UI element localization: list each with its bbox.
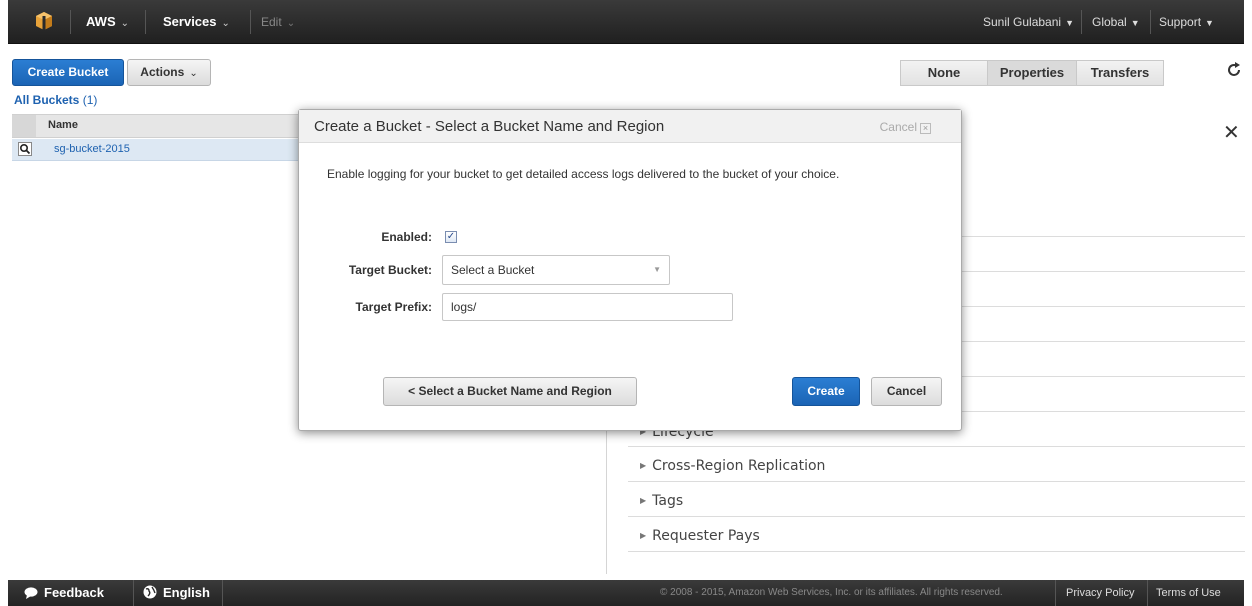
footer-separator <box>1055 580 1056 606</box>
region-menu-label: Global <box>1092 15 1127 29</box>
speech-bubble-icon <box>24 587 38 599</box>
properties-section-requester-pays[interactable]: ▶ Requester Pays <box>640 528 760 544</box>
close-properties-icon[interactable]: ✕ <box>1223 120 1240 145</box>
dialog-title: Create a Bucket - Select a Bucket Name a… <box>314 118 665 135</box>
feedback-label: Feedback <box>44 585 104 600</box>
view-none-tab[interactable]: None <box>900 60 988 86</box>
properties-section-tags[interactable]: ▶ Tags <box>640 493 683 509</box>
privacy-policy-link[interactable]: Privacy Policy <box>1066 587 1134 599</box>
cancel-button[interactable]: Cancel <box>871 377 942 406</box>
target-prefix-input[interactable]: logs/ <box>442 293 733 321</box>
caret-right-icon: ▶ <box>640 531 647 540</box>
user-menu[interactable]: Sunil Gulabani ▼ <box>983 0 1074 44</box>
all-buckets-heading: All Buckets (1) <box>14 93 97 107</box>
footer-bar: Feedback English © 2008 - 2015, Amazon W… <box>8 580 1244 606</box>
section-label: Tags <box>652 493 684 509</box>
footer-separator <box>133 580 134 606</box>
dialog-cancel-link[interactable]: Cancel × <box>880 120 931 134</box>
refresh-icon[interactable] <box>1226 62 1242 78</box>
user-menu-label: Sunil Gulabani <box>983 15 1062 29</box>
language-selector[interactable]: English <box>143 585 210 601</box>
terms-of-use-link[interactable]: Terms of Use <box>1156 587 1221 599</box>
bucket-count: (1) <box>82 93 98 107</box>
actions-button[interactable]: Actions ⌄ <box>127 59 211 86</box>
globe-icon <box>143 585 157 599</box>
copyright-text: © 2008 - 2015, Amazon Web Services, Inc.… <box>660 587 1003 598</box>
enabled-label: Enabled: <box>381 230 432 244</box>
caret-down-icon: ▼ <box>1205 18 1214 28</box>
create-button-label: Create <box>807 384 845 398</box>
enabled-checkbox[interactable]: ✓ <box>445 231 457 243</box>
view-transfers-label: Transfers <box>1090 65 1150 80</box>
magnifier-icon[interactable] <box>18 142 32 156</box>
aws-menu[interactable]: AWS ⌄ <box>86 0 129 44</box>
dialog-description: Enable logging for your bucket to get de… <box>327 167 840 181</box>
language-label: English <box>163 585 210 600</box>
caret-down-icon: ▼ <box>1065 18 1074 28</box>
target-bucket-select[interactable]: Select a Bucket ▼ <box>442 255 670 285</box>
top-navigation-bar: AWS ⌄ Services ⌄ Edit ⌄ Sunil Gulabani ▼ Glo… <box>0 0 1252 44</box>
view-properties-tab[interactable]: Properties <box>987 60 1077 86</box>
create-bucket-button[interactable]: Create Bucket <box>12 59 124 86</box>
chevron-down-icon: ⌄ <box>189 68 198 79</box>
top-nav-left-edge <box>0 0 8 44</box>
caret-right-icon: ▶ <box>640 496 647 505</box>
section-label: Requester Pays <box>652 528 760 544</box>
top-nav-right-edge <box>1244 0 1252 44</box>
nav-separator <box>145 10 146 34</box>
support-menu-label: Support <box>1159 15 1202 29</box>
view-properties-label: Properties <box>999 65 1065 80</box>
create-bucket-button-label: Create Bucket <box>27 65 109 79</box>
caret-right-icon: ▶ <box>640 461 647 470</box>
dialog-cancel-link-label: Cancel <box>879 120 917 134</box>
back-to-name-region-button[interactable]: < Select a Bucket Name and Region <box>383 377 637 406</box>
divider <box>628 516 1245 517</box>
view-none-label: None <box>927 65 961 80</box>
actions-button-label: Actions <box>140 65 185 79</box>
feedback-link[interactable]: Feedback <box>24 585 104 601</box>
target-prefix-value: logs/ <box>451 300 477 314</box>
caret-down-icon: ▼ <box>1130 18 1140 28</box>
edit-menu-label: Edit <box>261 15 282 29</box>
aws-cube-logo-icon[interactable] <box>36 12 52 30</box>
column-header-name[interactable]: Name <box>48 119 78 131</box>
edit-menu[interactable]: Edit ⌄ <box>261 0 295 44</box>
nav-separator <box>70 10 71 34</box>
bucket-name-link[interactable]: sg-bucket-2015 <box>54 143 130 155</box>
close-icon: × <box>920 123 931 134</box>
chevron-down-icon: ⌄ <box>120 18 130 29</box>
caret-down-icon: ▼ <box>653 265 661 274</box>
dialog-header: Create a Bucket - Select a Bucket Name a… <box>299 110 961 143</box>
divider <box>628 551 1245 552</box>
chevron-down-icon: ⌄ <box>286 18 296 29</box>
section-label: Cross-Region Replication <box>652 458 826 474</box>
properties-section-cross-region-replication[interactable]: ▶ Cross-Region Replication <box>640 458 825 474</box>
target-bucket-selected-value: Select a Bucket <box>451 263 535 277</box>
back-button-label: < Select a Bucket Name and Region <box>408 384 612 398</box>
target-bucket-label: Target Bucket: <box>348 263 432 277</box>
support-menu[interactable]: Support ▼ <box>1159 0 1214 44</box>
nav-separator <box>250 10 251 34</box>
divider <box>628 446 1245 447</box>
nav-separator <box>1150 10 1151 34</box>
cancel-button-label: Cancel <box>886 384 927 398</box>
create-bucket-logging-dialog: Create a Bucket - Select a Bucket Name a… <box>298 109 962 431</box>
chevron-down-icon: ⌄ <box>221 18 230 29</box>
all-buckets-label: All Buckets <box>14 93 80 107</box>
view-transfers-tab[interactable]: Transfers <box>1076 60 1164 86</box>
services-menu[interactable]: Services ⌄ <box>163 0 230 44</box>
region-menu[interactable]: Global ▼ <box>1092 0 1140 44</box>
table-header-select-column <box>12 115 36 137</box>
target-prefix-label: Target Prefix: <box>355 300 432 314</box>
create-button[interactable]: Create <box>792 377 860 406</box>
aws-menu-label: AWS <box>86 14 116 29</box>
divider <box>628 481 1245 482</box>
footer-separator <box>1147 580 1148 606</box>
services-menu-label: Services <box>163 14 217 29</box>
footer-separator <box>222 580 223 606</box>
nav-separator <box>1081 10 1082 34</box>
